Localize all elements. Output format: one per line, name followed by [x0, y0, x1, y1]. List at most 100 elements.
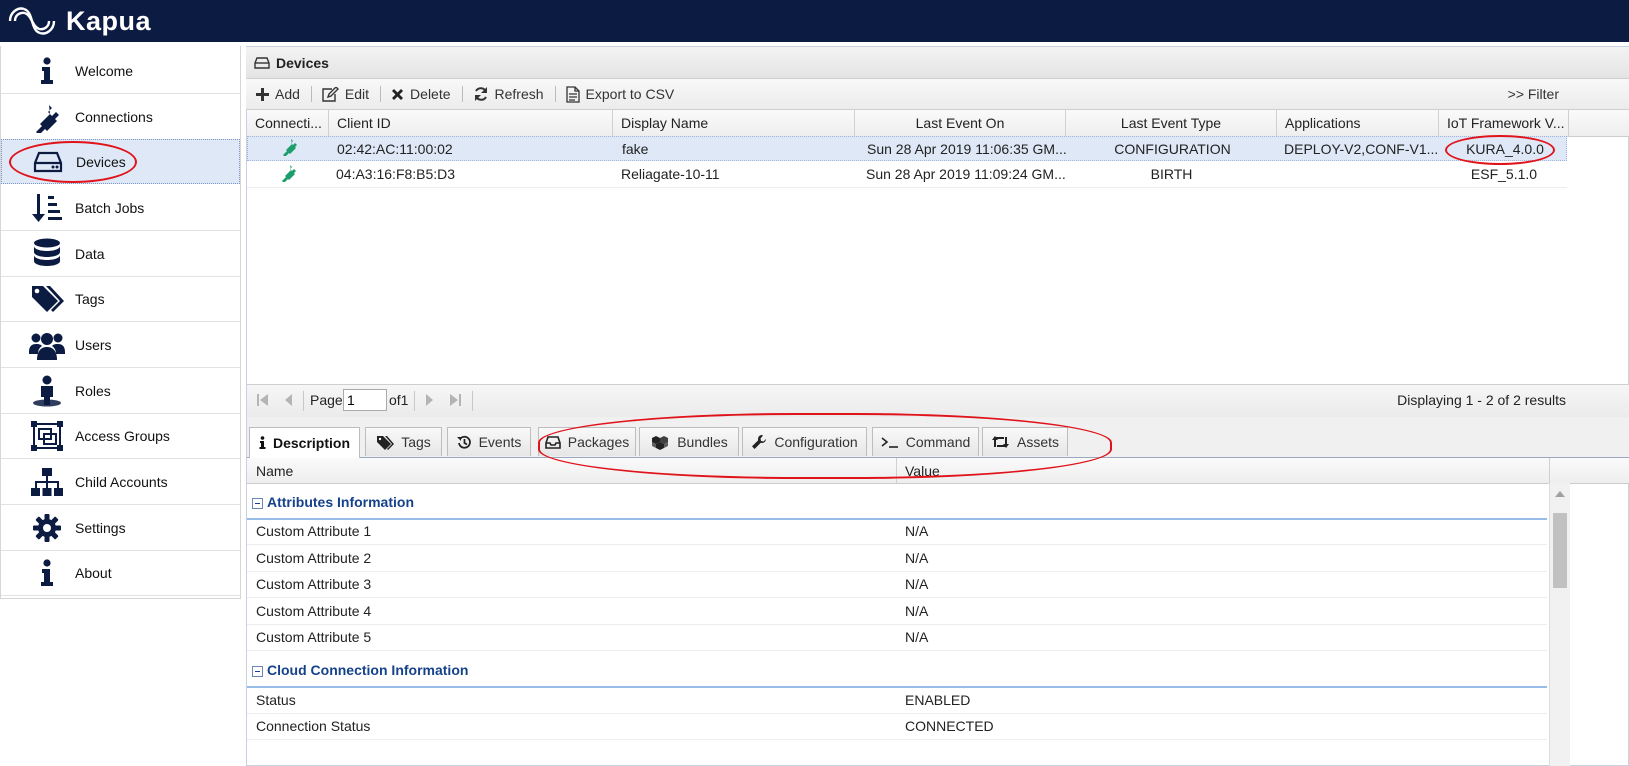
- delete-button[interactable]: Delete: [391, 86, 451, 102]
- sidebar-item-roles[interactable]: Roles: [1, 368, 240, 414]
- column-divider: [1549, 458, 1550, 483]
- detail-scrollbar[interactable]: [1549, 483, 1570, 766]
- refresh-button[interactable]: Refresh: [473, 86, 544, 102]
- column-divider: [896, 458, 897, 483]
- name-column-header[interactable]: Name: [256, 463, 293, 479]
- detail-row: Status ENABLED: [247, 687, 1547, 714]
- section-attributes-information[interactable]: Attributes Information: [247, 488, 1547, 520]
- connected-plug-icon: [279, 164, 297, 189]
- history-icon: [456, 435, 471, 449]
- tab-label: Tags: [401, 434, 431, 450]
- value-column-header[interactable]: Value: [905, 463, 940, 479]
- sidebar-item-users[interactable]: Users: [1, 322, 240, 368]
- tab-tags[interactable]: Tags: [365, 427, 442, 456]
- detail-tabs: Description Tags Events Packages Bundles…: [247, 417, 1629, 458]
- framework-version-cell: KURA_4.0.0: [1466, 141, 1544, 157]
- sidebar-item-label: Welcome: [75, 62, 134, 79]
- attribute-name: Custom Attribute 2: [256, 550, 372, 566]
- section-title: Attributes Information: [267, 494, 414, 510]
- device-icon: [30, 144, 66, 180]
- add-label: Add: [275, 86, 300, 102]
- column-header-client-id[interactable]: Client ID: [329, 110, 613, 136]
- sidebar-item-connections[interactable]: Connections: [1, 94, 240, 140]
- sidebar-item-child-accounts[interactable]: Child Accounts: [1, 459, 240, 505]
- framework-version-cell: ESF_5.1.0: [1470, 166, 1538, 182]
- sidebar-item-tags[interactable]: Tags: [1, 276, 240, 322]
- column-header-last-event-on[interactable]: Last Event On: [855, 110, 1066, 136]
- sidebar-item-label: About: [75, 564, 112, 581]
- tab-label: Description: [272, 435, 350, 451]
- pager-separator: [414, 391, 415, 411]
- sidebar-item-access-groups[interactable]: Access Groups: [1, 413, 240, 459]
- delete-label: Delete: [410, 86, 451, 102]
- scroll-thumb[interactable]: [1553, 513, 1567, 588]
- filter-toggle[interactable]: >> Filter: [1508, 86, 1559, 102]
- pager-separator: [472, 391, 473, 411]
- attribute-name: Custom Attribute 1: [256, 523, 372, 539]
- scroll-up-icon[interactable]: [1555, 491, 1565, 497]
- sidebar: Welcome Connections Devices Batch Jobs D…: [0, 46, 241, 599]
- page-of-label: of1: [389, 392, 409, 408]
- applications-cell: DEPLOY-V2,CONF-V1...: [1284, 141, 1438, 157]
- role-icon: [29, 373, 65, 409]
- tab-description[interactable]: Description: [249, 427, 360, 458]
- collapse-icon[interactable]: [252, 498, 263, 509]
- edit-label: Edit: [344, 86, 370, 102]
- device-icon: [254, 56, 270, 69]
- tab-command[interactable]: Command: [872, 427, 979, 456]
- attribute-value: N/A: [905, 550, 929, 566]
- database-icon: [29, 236, 65, 272]
- first-page-icon[interactable]: [256, 393, 270, 407]
- column-header-connection[interactable]: Connecti...: [247, 110, 329, 136]
- sidebar-item-about[interactable]: About: [1, 550, 240, 596]
- add-button[interactable]: Add: [256, 86, 300, 102]
- client-id-cell: 04:A3:16:F8:B5:D3: [336, 166, 456, 182]
- sidebar-item-settings[interactable]: Settings: [1, 505, 240, 551]
- tab-assets[interactable]: Assets: [982, 427, 1068, 456]
- attribute-name: Connection Status: [256, 718, 371, 734]
- users-icon: [29, 327, 65, 363]
- sidebar-item-devices[interactable]: Devices: [1, 139, 240, 184]
- plus-icon: [256, 87, 269, 101]
- sidebar-item-label: Tags: [75, 290, 105, 307]
- sort-icon: [29, 190, 65, 226]
- last-page-icon[interactable]: [448, 393, 462, 407]
- next-page-icon[interactable]: [424, 393, 434, 407]
- refresh-icon: [474, 87, 487, 101]
- export-csv-button[interactable]: Export to CSV: [565, 85, 674, 103]
- tab-packages[interactable]: Packages: [538, 427, 636, 456]
- detail-row: Custom Attribute 2 N/A: [247, 545, 1547, 572]
- client-id-cell: 02:42:AC:11:00:02: [337, 141, 453, 157]
- last-event-on-cell: Sun 28 Apr 2019 11:06:35 GM...: [867, 141, 1067, 157]
- attribute-value: CONNECTED: [905, 718, 994, 734]
- section-cloud-connection-information[interactable]: Cloud Connection Information: [247, 656, 1547, 688]
- kapua-logo-icon: [8, 7, 56, 35]
- tab-configuration[interactable]: Configuration: [742, 427, 867, 456]
- sidebar-item-welcome[interactable]: Welcome: [1, 48, 240, 94]
- column-header-applications[interactable]: Applications: [1277, 110, 1439, 136]
- column-header-display-name[interactable]: Display Name: [613, 110, 855, 136]
- column-header-last-event-type[interactable]: Last Event Type: [1066, 110, 1277, 136]
- document-icon: [565, 85, 580, 103]
- sidebar-item-data[interactable]: Data: [1, 231, 240, 277]
- table-row[interactable]: 04:A3:16:F8:B5:D3 Reliagate-10-11 Sun 28…: [247, 162, 1567, 188]
- pagination-bar: Page of1 Displaying 1 - 2 of 2 results: [247, 384, 1629, 418]
- detail-row: Custom Attribute 5 N/A: [247, 624, 1547, 651]
- collapse-icon[interactable]: [252, 666, 263, 677]
- attribute-name: Custom Attribute 5: [256, 629, 372, 645]
- gear-icon: [29, 510, 65, 546]
- tab-label: Bundles: [677, 434, 728, 450]
- displaying-results: Displaying 1 - 2 of 2 results: [1397, 392, 1566, 408]
- previous-page-icon[interactable]: [284, 393, 294, 407]
- applications-cell: [1283, 162, 1437, 187]
- app-logo[interactable]: Kapua: [4, 2, 204, 40]
- tab-bundles[interactable]: Bundles: [639, 427, 739, 456]
- edit-button[interactable]: Edit: [322, 86, 369, 102]
- table-row[interactable]: 02:42:AC:11:00:02 fake Sun 28 Apr 2019 1…: [247, 136, 1567, 161]
- pager-separator: [303, 391, 304, 411]
- page-number-input[interactable]: [343, 389, 387, 411]
- sidebar-item-batch-jobs[interactable]: Batch Jobs: [1, 185, 240, 231]
- tab-events[interactable]: Events: [447, 427, 531, 456]
- column-header-iot-framework[interactable]: IoT Framework V...: [1439, 110, 1569, 136]
- tab-label: Assets: [1016, 434, 1059, 450]
